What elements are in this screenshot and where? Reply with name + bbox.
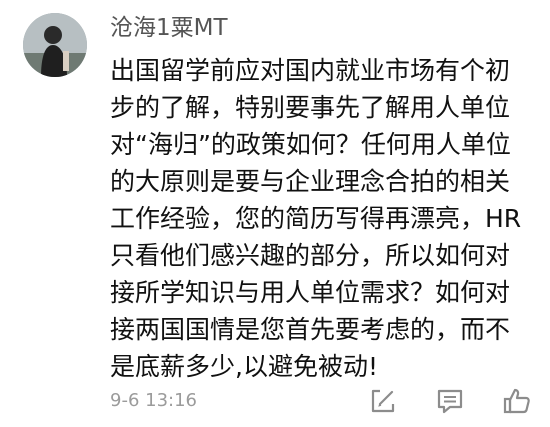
edit-icon xyxy=(371,389,395,413)
username[interactable]: 沧海1粟MT xyxy=(110,13,228,43)
reply-button[interactable] xyxy=(435,386,465,416)
comment-text-line: 是底薪多少,以避免被动! xyxy=(110,352,378,381)
avatar-image xyxy=(23,13,87,77)
comment-text-line: 的大原则是要与企业理念合拍的相关 xyxy=(110,167,511,196)
comment-text-line: 对“海归”的政策如何？任何用人单位 xyxy=(110,130,511,159)
action-bar xyxy=(366,386,536,416)
comment-icon xyxy=(437,389,463,414)
avatar[interactable] xyxy=(23,13,87,77)
comment-item: 沧海1粟MT 出国留学前应对国内就业市场有个初 步的了解，特别要事先了解用人单位… xyxy=(0,0,550,427)
comment-text-line: 工作经验，您的简历写得再漂亮，HR xyxy=(110,204,522,233)
like-button[interactable] xyxy=(502,386,532,416)
comment-text-line: 出国留学前应对国内就业市场有个初 xyxy=(110,56,511,85)
edit-button[interactable] xyxy=(368,386,398,416)
like-icon xyxy=(503,388,530,414)
comment-text-line: 步的了解，特别要事先了解用人单位 xyxy=(110,93,511,122)
comment-text: 出国留学前应对国内就业市场有个初 步的了解，特别要事先了解用人单位 对“海归”的… xyxy=(110,52,530,385)
comment-text-line: 接所学知识与用人单位需求？如何对 xyxy=(110,278,511,307)
timestamp: 9-6 13:16 xyxy=(110,390,197,411)
comment-text-line: 接两国国情是您首先要考虑的，而不 xyxy=(110,315,511,344)
comment-text-line: 只看他们感兴趣的部分，所以如何对 xyxy=(110,241,511,270)
